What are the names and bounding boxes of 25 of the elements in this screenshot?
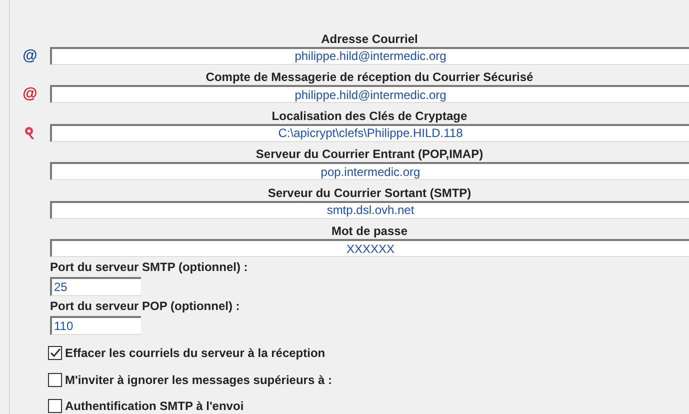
field-label: Serveur du Courrier Sortant (SMTP)	[266, 186, 472, 200]
port-label: Port du serveur POP (optionnel) :	[50, 299, 241, 314]
at-icon: @	[22, 48, 38, 64]
text-field[interactable]: C:\apicrypt\clefs\Philippe.HILD.118	[50, 124, 689, 142]
field-label: Localisation des Clés de Cryptage	[270, 108, 468, 124]
port-field[interactable]: 25	[50, 277, 141, 296]
checkbox[interactable]	[48, 346, 62, 360]
checkbox[interactable]	[48, 399, 62, 414]
port-field[interactable]: 110	[50, 316, 141, 335]
text-field[interactable]: pop.intermedic.org	[50, 162, 689, 180]
checkbox-label: Effacer les courriels du serveur à la réception	[65, 345, 326, 362]
field-label: Mot de passe	[330, 224, 409, 239]
at-icon: @	[22, 86, 38, 102]
key-icon	[24, 126, 36, 140]
port-label: Port du serveur SMTP (optionnel) :	[50, 260, 249, 275]
field-label: Compte de Messagerie de réception du Courrier Sécurisé	[204, 70, 534, 85]
checkbox-label: M'inviter à ignorer les messages supérieurs à :	[65, 372, 332, 389]
text-field[interactable]: XXXXXX	[50, 239, 689, 257]
checkbox-label: Authentification SMTP à l'envoi	[65, 398, 244, 414]
field-label: Serveur du Courrier Entrant (POP,IMAP)	[254, 147, 484, 162]
text-field[interactable]: philippe.hild@intermedic.org	[50, 85, 689, 103]
text-field[interactable]: philippe.hild@intermedic.org	[50, 46, 689, 64]
text-field[interactable]: smtp.dsl.ovh.net	[50, 200, 689, 218]
checkbox[interactable]	[48, 372, 62, 387]
field-label: Adresse Courriel	[320, 32, 419, 46]
